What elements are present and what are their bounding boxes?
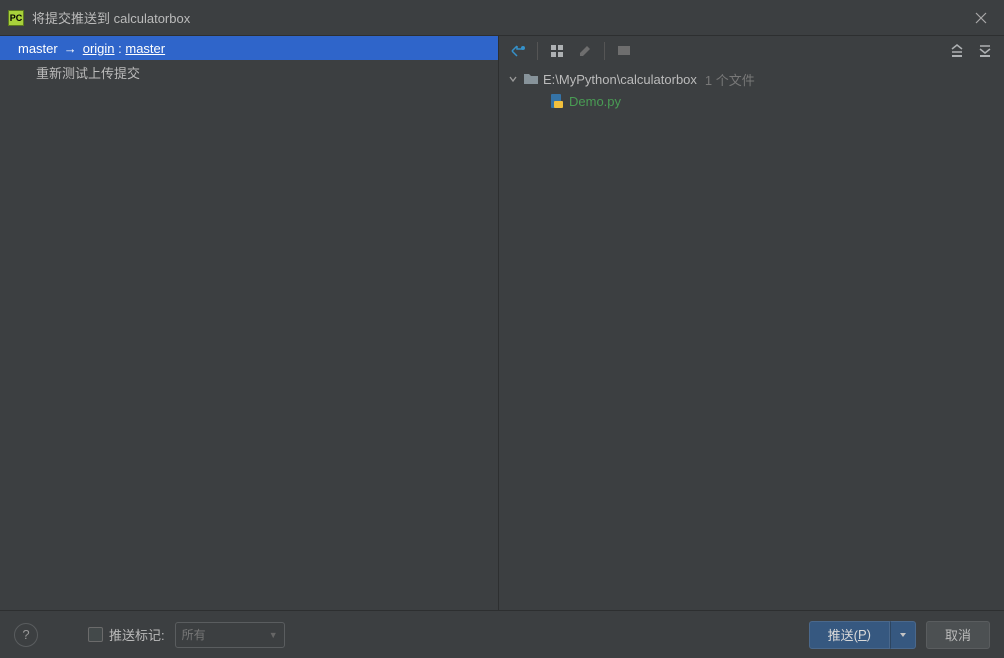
- expand-all-icon[interactable]: [944, 38, 970, 64]
- separator: [604, 42, 605, 60]
- push-button[interactable]: 推送(P): [809, 621, 890, 649]
- dropdown-icon: ▼: [269, 630, 278, 640]
- titlebar: PC 将提交推送到 calculatorbox: [0, 0, 1004, 35]
- show-diff-icon[interactable]: [505, 38, 531, 64]
- branch-mapping-row[interactable]: master → origin : master: [0, 36, 498, 60]
- files-toolbar: [499, 36, 1004, 66]
- file-name-label: Demo.py: [569, 94, 621, 109]
- edit-icon[interactable]: [572, 38, 598, 64]
- folder-icon: [523, 71, 539, 87]
- push-tags-select[interactable]: 所有 ▼: [175, 622, 285, 648]
- close-icon[interactable]: [966, 3, 996, 33]
- local-branch: master: [18, 41, 58, 56]
- pycharm-icon: PC: [8, 10, 24, 26]
- help-button[interactable]: ?: [14, 623, 38, 647]
- separator: [537, 42, 538, 60]
- collapse-all-icon[interactable]: [972, 38, 998, 64]
- push-dropdown-button[interactable]: [890, 621, 916, 649]
- root-path-label: E:\MyPython\calculatorbox: [543, 72, 697, 87]
- content-area: master → origin : master 重新测试上传提交: [0, 35, 1004, 610]
- commit-message: 重新测试上传提交: [36, 63, 140, 82]
- chevron-down-icon[interactable]: [507, 73, 519, 85]
- cancel-button[interactable]: 取消: [926, 621, 990, 649]
- tree-root-row[interactable]: E:\MyPython\calculatorbox 1 个文件: [505, 68, 998, 90]
- arrow-icon: →: [64, 41, 77, 56]
- branch-sep: :: [115, 41, 126, 56]
- push-tags-label: 推送标记:: [109, 625, 165, 644]
- dialog-footer: ? 推送标记: 所有 ▼ 推送(P) 取消: [0, 610, 1004, 658]
- remote-branch-link[interactable]: master: [125, 41, 165, 56]
- file-tree: E:\MyPython\calculatorbox 1 个文件 Demo.py: [499, 66, 1004, 114]
- python-file-icon: [549, 93, 565, 109]
- group-by-icon[interactable]: [544, 38, 570, 64]
- tree-file-row[interactable]: Demo.py: [505, 90, 998, 112]
- revert-icon[interactable]: [611, 38, 637, 64]
- files-panel: E:\MyPython\calculatorbox 1 个文件 Demo.py: [498, 36, 1004, 610]
- push-button-split: 推送(P): [809, 621, 916, 649]
- push-tags-value: 所有: [182, 626, 206, 643]
- push-tags-checkbox-wrap: 推送标记:: [88, 625, 165, 644]
- window-title: 将提交推送到 calculatorbox: [32, 8, 966, 27]
- commits-panel: master → origin : master 重新测试上传提交: [0, 36, 498, 610]
- push-tags-checkbox[interactable]: [88, 627, 103, 642]
- remote-link[interactable]: origin: [83, 41, 115, 56]
- file-count-label: 1 个文件: [705, 70, 755, 89]
- commit-row[interactable]: 重新测试上传提交: [0, 60, 498, 84]
